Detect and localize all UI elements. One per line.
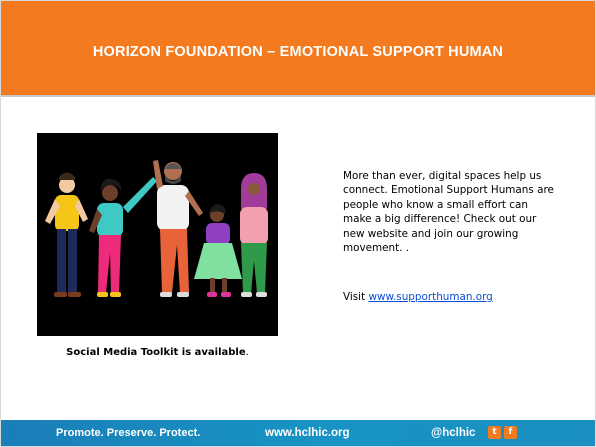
visit-prefix: Visit <box>343 291 369 303</box>
toolkit-caption: Social Media Toolkit is available. <box>37 347 278 358</box>
twitter-icon[interactable]: t <box>488 426 501 439</box>
caption-tail: . <box>245 347 249 358</box>
people-illustration <box>37 133 278 336</box>
body-paragraph: More than ever, digital spaces help us c… <box>343 170 554 255</box>
footer-handle: @hclhic <box>431 427 476 439</box>
website-link[interactable]: www.supporthuman.org <box>368 291 492 303</box>
slide: HORIZON FOUNDATION – EMOTIONAL SUPPORT H… <box>0 0 596 447</box>
slide-title: HORIZON FOUNDATION – EMOTIONAL SUPPORT H… <box>92 44 504 60</box>
caption-bold: Social Media Toolkit is available <box>66 347 246 358</box>
title-bar: HORIZON FOUNDATION – EMOTIONAL SUPPORT H… <box>1 1 595 95</box>
title-divider <box>1 95 595 97</box>
footer-website[interactable]: www.hclhic.org <box>265 427 350 439</box>
facebook-icon[interactable]: f <box>504 426 517 439</box>
footer-tagline: Promote. Preserve. Protect. <box>56 427 201 439</box>
footer-bar: Promote. Preserve. Protect. www.hclhic.o… <box>1 420 595 446</box>
visit-line: Visit www.supporthuman.org <box>343 291 563 303</box>
